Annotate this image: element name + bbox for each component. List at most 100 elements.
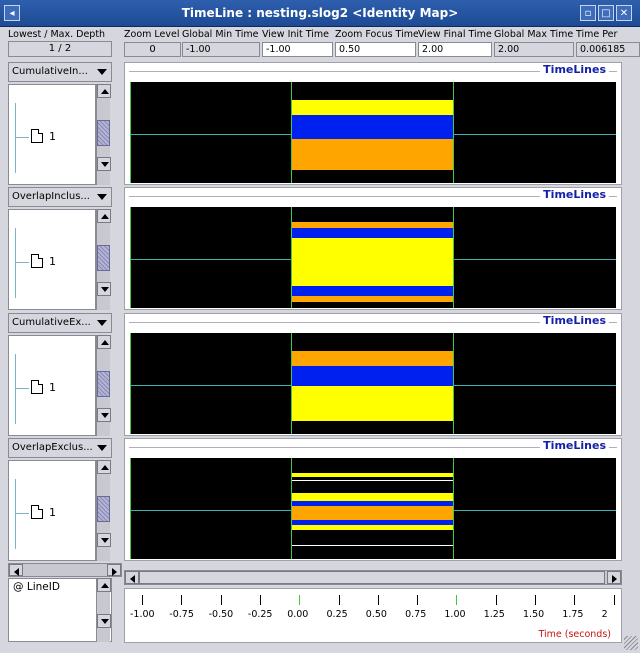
zoom-marker — [291, 82, 292, 183]
state-bar[interactable] — [291, 139, 453, 170]
tree-vertical-scrollbar[interactable] — [96, 84, 111, 185]
timeline-horizontal-scrollbar[interactable] — [124, 570, 622, 585]
timeline-canvas[interactable] — [130, 333, 616, 434]
ruler-tick — [456, 595, 458, 605]
close-icon[interactable]: ✕ — [616, 5, 632, 21]
start-marker — [130, 207, 131, 308]
right-gutter — [622, 60, 636, 570]
scroll-left-button[interactable] — [9, 564, 23, 576]
legend-type-combo[interactable]: OverlapExclus... — [8, 438, 112, 458]
view-final-time-field[interactable]: 2.00 — [418, 42, 492, 57]
scroll-thumb[interactable] — [97, 120, 110, 146]
time-ruler: -1.00 -0.75 -0.50 -0.25 0.00 0.25 0.50 0… — [124, 588, 622, 643]
combo-label: OverlapInclus... — [12, 191, 90, 202]
minimize-icon[interactable]: ▫ — [580, 5, 596, 21]
state-bar[interactable] — [291, 286, 453, 296]
tree-vertical-scrollbar[interactable] — [96, 460, 111, 561]
tree-item[interactable]: 1 — [49, 381, 56, 394]
ruler-tick-label: 1.50 — [523, 609, 545, 620]
state-bar[interactable] — [291, 351, 453, 366]
tree-vertical-scrollbar[interactable] — [96, 335, 111, 436]
tree-branch — [15, 513, 29, 514]
legend-type-combo[interactable]: CumulativeEx... — [8, 313, 112, 333]
timeline-panel: TimeLines — [124, 187, 622, 310]
scroll-up-button[interactable] — [97, 84, 111, 98]
global-max-time-value: 2.00 — [494, 42, 574, 57]
tree-line — [15, 354, 16, 424]
scroll-thumb[interactable] — [97, 245, 110, 271]
ruler-tick-label: -0.50 — [208, 609, 234, 620]
legend-scrollbar[interactable] — [96, 578, 111, 642]
state-line — [291, 545, 453, 546]
ruler-tick — [142, 595, 143, 605]
ruler-tick-label: 0.00 — [287, 609, 309, 620]
time-per-pixel-value: 0.006185 — [576, 42, 640, 57]
tree-horizontal-scrollbar[interactable] — [8, 563, 122, 577]
scroll-up-button[interactable] — [97, 460, 111, 474]
ruler-tick — [417, 595, 419, 605]
tree-branch — [15, 137, 29, 138]
scroll-down-button[interactable] — [97, 157, 111, 171]
scroll-down-button[interactable] — [97, 614, 111, 628]
zoom-marker — [291, 207, 292, 308]
timelines-label: TimeLines — [540, 439, 609, 452]
combo-label: OverlapExclus... — [12, 442, 93, 453]
ruler-tick-label: 1.25 — [483, 609, 505, 620]
scroll-thumb[interactable] — [97, 496, 110, 522]
tree-branch — [15, 262, 29, 263]
timeline-canvas[interactable] — [130, 458, 616, 559]
zoom-marker — [453, 333, 454, 434]
legend-type-combo[interactable]: CumulativeIn... — [8, 62, 112, 82]
tree-item[interactable]: 1 — [49, 506, 56, 519]
state-bar[interactable] — [291, 228, 453, 238]
scroll-up-button[interactable] — [97, 335, 111, 349]
time-per-pixel-label: Time Per — [576, 29, 640, 42]
ruler-tick-label: -0.25 — [247, 609, 273, 620]
view-init-time-field[interactable]: -1.00 — [262, 42, 333, 57]
chevron-down-icon — [97, 194, 107, 200]
tree-item[interactable]: 1 — [49, 255, 56, 268]
state-bar[interactable] — [291, 473, 453, 477]
document-icon — [31, 129, 43, 143]
scroll-thumb[interactable] — [139, 571, 605, 584]
state-line — [291, 480, 453, 481]
ruler-tick — [377, 595, 379, 605]
state-bar[interactable] — [291, 115, 453, 139]
timeline-canvas[interactable] — [130, 82, 616, 183]
chevron-down-icon — [97, 445, 107, 451]
scroll-down-button[interactable] — [97, 533, 111, 547]
scroll-right-button[interactable] — [107, 564, 121, 576]
tree-item[interactable]: 1 — [49, 130, 56, 143]
view-final-time-label: View Final Time — [418, 29, 494, 42]
scroll-up-button[interactable] — [97, 578, 111, 592]
state-bar[interactable] — [291, 366, 453, 386]
zoom-focus-time-field[interactable]: 0.50 — [335, 42, 416, 57]
tree-view: 1 — [8, 209, 96, 310]
scroll-down-button[interactable] — [97, 408, 111, 422]
timeline-canvas[interactable] — [130, 207, 616, 308]
state-bar[interactable] — [291, 238, 453, 286]
state-bar[interactable] — [291, 296, 453, 302]
legend-type-combo[interactable]: OverlapInclus... — [8, 187, 112, 207]
state-bar[interactable] — [291, 493, 453, 501]
zoom-level-value: 0 — [124, 42, 181, 57]
tree-vertical-scrollbar[interactable] — [96, 209, 111, 310]
resize-grip[interactable] — [624, 636, 638, 650]
combo-label: CumulativeEx... — [12, 317, 91, 328]
ruler-tick-label: 0.75 — [405, 609, 427, 620]
time-axis-label: Time (seconds) — [538, 629, 611, 640]
state-bar[interactable] — [291, 525, 453, 530]
combo-label: CumulativeIn... — [12, 66, 88, 77]
scroll-down-button[interactable] — [97, 282, 111, 296]
scroll-thumb[interactable] — [97, 371, 110, 397]
maximize-icon[interactable]: □ — [598, 5, 614, 21]
scroll-left-button[interactable] — [125, 571, 139, 584]
zoom-marker — [453, 207, 454, 308]
scroll-right-button[interactable] — [607, 571, 621, 584]
state-bar[interactable] — [291, 386, 453, 421]
state-bar[interactable] — [291, 506, 453, 520]
scroll-up-button[interactable] — [97, 209, 111, 223]
state-bar[interactable] — [291, 100, 453, 115]
ruler-tick — [338, 595, 340, 605]
ruler-tick — [220, 595, 222, 605]
